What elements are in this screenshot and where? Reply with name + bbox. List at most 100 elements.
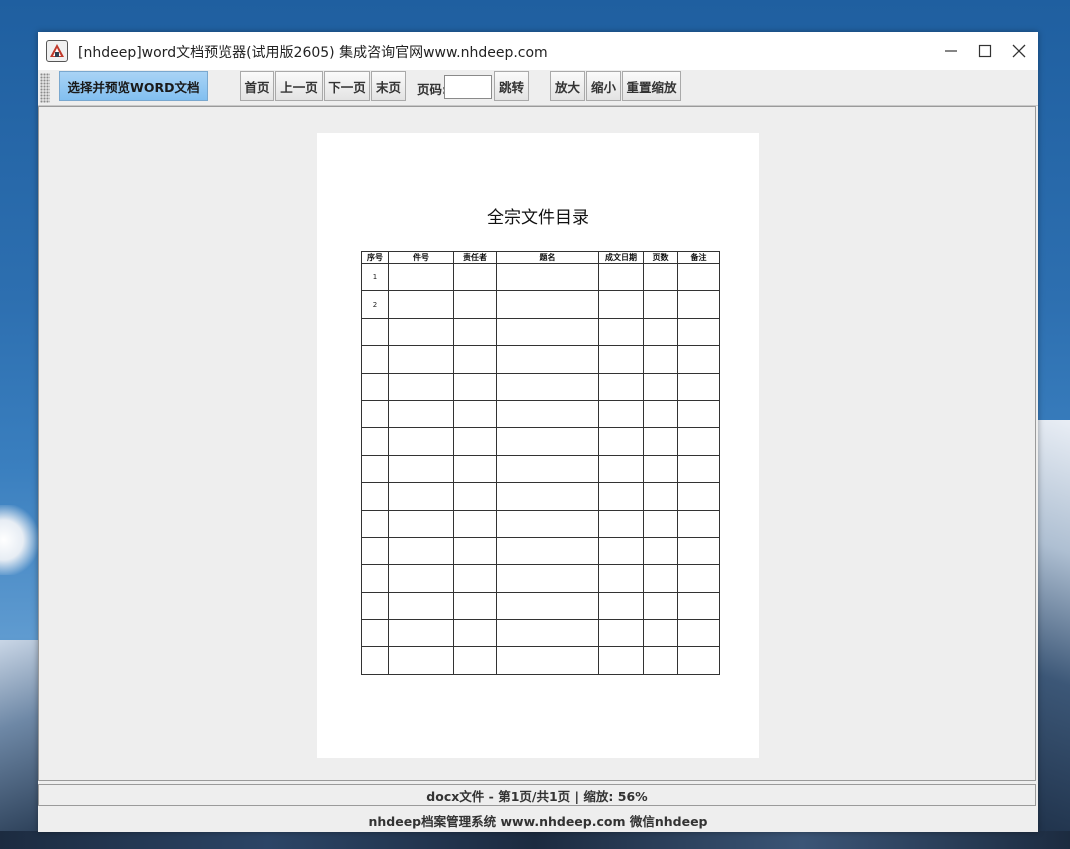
table-cell: [598, 482, 644, 511]
table-cell: [453, 262, 497, 292]
table-cell: [388, 262, 454, 292]
next-page-button[interactable]: 下一页: [324, 71, 370, 101]
table-row: 1: [361, 262, 720, 292]
desktop-wallpaper-cloud: [0, 505, 38, 575]
title-bar[interactable]: [nhdeep]word文档预览器(试用版2605) 集成咨询官网www.nhd…: [38, 32, 1038, 70]
page-number-input[interactable]: [444, 75, 492, 99]
table-cell: [496, 536, 599, 566]
table-cell: [677, 317, 720, 347]
minimize-icon[interactable]: [936, 36, 966, 66]
table-cell: [643, 372, 678, 401]
table-row: [361, 536, 720, 566]
column-header: 成文日期: [598, 251, 644, 264]
table-cell: [361, 646, 389, 675]
column-header: 序号: [361, 251, 389, 264]
table-cell: [361, 399, 389, 429]
table-cell: [643, 317, 678, 347]
table-cell: [677, 427, 720, 456]
zoom-out-button[interactable]: 缩小: [586, 71, 621, 101]
table-cell: [388, 619, 454, 648]
table-cell: [361, 427, 389, 456]
table-cell: [453, 536, 497, 566]
table-cell: [643, 619, 678, 648]
table-cell: 1: [361, 262, 389, 292]
table-cell: [388, 646, 454, 675]
table-row: [361, 619, 720, 648]
table-cell: [598, 345, 644, 374]
table-cell: [677, 619, 720, 648]
table-cell: [598, 372, 644, 401]
table-cell: [388, 509, 454, 538]
column-header: 页数: [643, 251, 678, 264]
table-cell: [388, 427, 454, 456]
table-cell: [453, 509, 497, 538]
page-number-label: 页码:: [417, 82, 447, 97]
table-cell: [677, 646, 720, 675]
table-cell: [361, 564, 389, 593]
table-cell: [453, 345, 497, 374]
table-cell: [496, 564, 599, 593]
document-viewer[interactable]: 全宗文件目录 序号 件号 责任者 题名 成文日期 页数 备注 12: [38, 106, 1036, 781]
table-cell: [643, 262, 678, 292]
table-cell: [598, 399, 644, 429]
table-cell: [361, 509, 389, 538]
first-page-button[interactable]: 首页: [240, 71, 274, 101]
table-cell: [388, 564, 454, 593]
table-cell: [496, 317, 599, 347]
table-cell: [496, 454, 599, 484]
table-cell: [361, 317, 389, 347]
table-cell: [388, 536, 454, 566]
table-cell: [453, 372, 497, 401]
table-cell: [643, 427, 678, 456]
table-cell: [453, 290, 497, 319]
table-row: [361, 646, 720, 675]
table-cell: [496, 482, 599, 511]
jump-button[interactable]: 跳转: [494, 71, 529, 101]
toolbar-grip-handle[interactable]: [40, 73, 50, 103]
close-icon[interactable]: [1004, 36, 1034, 66]
table-row: [361, 564, 720, 593]
maximize-icon[interactable]: [970, 36, 1000, 66]
column-header: 备注: [677, 251, 720, 264]
table-cell: [643, 454, 678, 484]
footer-info: nhdeep档案管理系统 www.nhdeep.com 微信nhdeep: [38, 808, 1038, 832]
select-preview-word-button[interactable]: 选择并预览WORD文档: [59, 71, 208, 101]
table-cell: [677, 399, 720, 429]
table-cell: [496, 591, 599, 621]
table-cell: [388, 454, 454, 484]
table-cell: [643, 591, 678, 621]
table-cell: [496, 619, 599, 648]
table-cell: [453, 427, 497, 456]
prev-page-button[interactable]: 上一页: [275, 71, 323, 101]
reset-zoom-button[interactable]: 重置缩放: [622, 71, 681, 101]
last-page-button[interactable]: 末页: [371, 71, 406, 101]
table-cell: [496, 646, 599, 675]
table-cell: [496, 262, 599, 292]
table-cell: [453, 646, 497, 675]
app-logo-icon[interactable]: [46, 40, 68, 62]
table-cell: [388, 372, 454, 401]
table-row: [361, 399, 720, 429]
table-cell: [388, 399, 454, 429]
table-cell: [453, 482, 497, 511]
table-cell: [598, 509, 644, 538]
table-cell: [677, 509, 720, 538]
table-cell: [598, 591, 644, 621]
table-cell: [361, 454, 389, 484]
document-page: 全宗文件目录 序号 件号 责任者 题名 成文日期 页数 备注 12: [317, 133, 759, 758]
table-cell: [453, 317, 497, 347]
table-cell: [598, 619, 644, 648]
table-cell: [598, 454, 644, 484]
table-cell: [361, 591, 389, 621]
table-cell: [643, 345, 678, 374]
table-cell: [496, 372, 599, 401]
table-cell: [677, 290, 720, 319]
table-cell: [643, 399, 678, 429]
table-cell: [643, 564, 678, 593]
column-header: 题名: [496, 251, 599, 264]
document-title: 全宗文件目录: [487, 208, 589, 228]
table-cell: [598, 427, 644, 456]
table-cell: [361, 345, 389, 374]
zoom-in-button[interactable]: 放大: [550, 71, 585, 101]
table-cell: [388, 290, 454, 319]
